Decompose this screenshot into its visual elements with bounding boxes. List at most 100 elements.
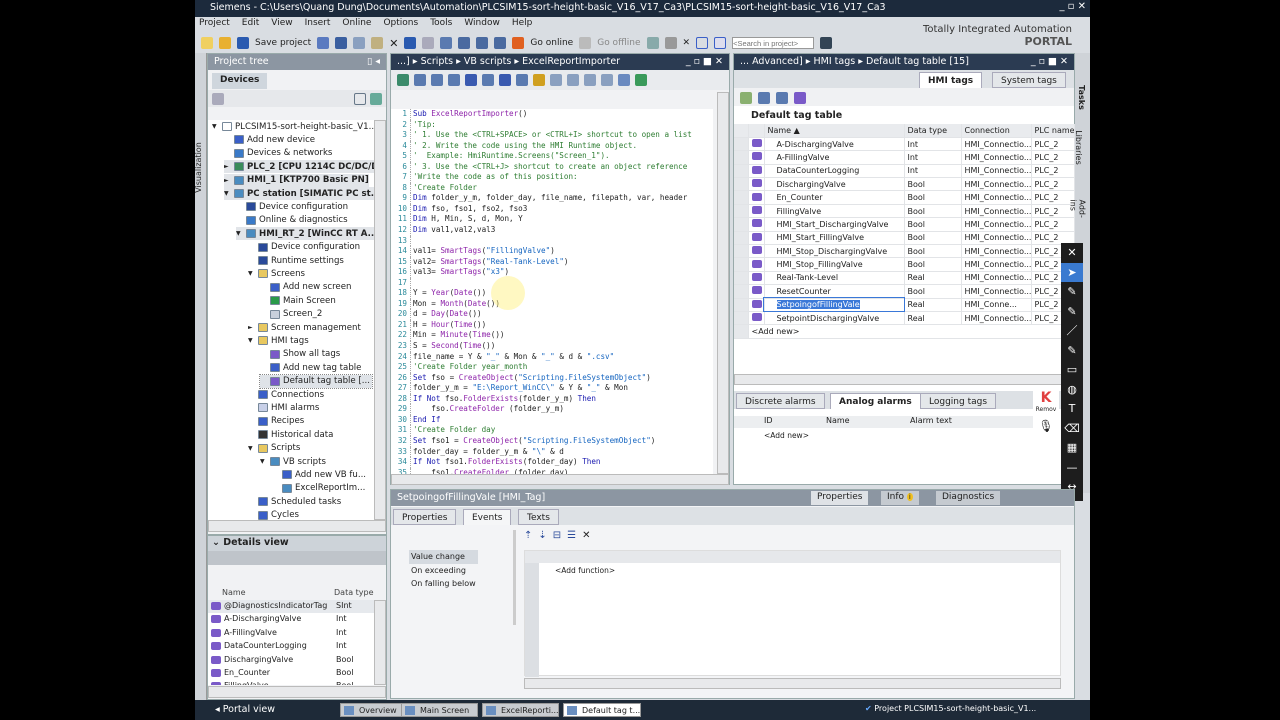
- tree-item[interactable]: Historical data: [248, 428, 333, 441]
- tag-name[interactable]: Real-Tank-Level: [764, 271, 905, 286]
- menu-insert[interactable]: Insert: [305, 18, 331, 32]
- tag-data-type[interactable]: Int: [904, 137, 962, 152]
- side-tab-tasks[interactable]: Tasks: [1077, 85, 1086, 110]
- col-name[interactable]: Name ▲: [764, 124, 905, 138]
- tag-connection[interactable]: HMI_Connectio...: [961, 244, 1032, 259]
- tree-item[interactable]: ExcelReportIm...: [272, 482, 365, 495]
- details-row[interactable]: A-DischargingValve Int: [208, 613, 374, 626]
- tag-tool-icon[interactable]: [794, 92, 806, 104]
- tag-row[interactable]: Real-Tank-Level Real HMI_Connectio... PLC_2: [734, 271, 1075, 286]
- tag-name[interactable]: En_Counter: [764, 190, 905, 205]
- tree-item[interactable]: Cycles: [248, 509, 299, 520]
- tag-data-type[interactable]: Bool: [904, 284, 962, 299]
- tag-connection[interactable]: HMI_Conne...: [961, 298, 1032, 312]
- collapsed-arrow-icon[interactable]: ►: [224, 163, 231, 170]
- details-row[interactable]: @DiagnosticsIndicatorTag SInt: [208, 600, 374, 613]
- inspector-tab-diagnostics[interactable]: Diagnostics: [936, 491, 1001, 505]
- marker-icon[interactable]: ✎: [1061, 302, 1083, 322]
- editor-tool-icon[interactable]: [618, 74, 630, 86]
- event-item[interactable]: On exceeding: [409, 564, 478, 578]
- expanded-arrow-icon[interactable]: ▼: [248, 445, 255, 452]
- tag-data-type[interactable]: Bool: [904, 244, 962, 259]
- editor-tool-icon[interactable]: [516, 74, 528, 86]
- import-icon[interactable]: [776, 92, 788, 104]
- menu-online[interactable]: Online: [342, 18, 371, 32]
- tree-item[interactable]: ► Screen management: [248, 321, 361, 334]
- tag-connection[interactable]: HMI_Connectio...: [961, 150, 1032, 165]
- portal-view-button[interactable]: ◂ Portal view: [215, 704, 275, 715]
- expanded-arrow-icon[interactable]: ▼: [236, 230, 243, 237]
- tree-item[interactable]: ▼ Screens: [248, 267, 305, 280]
- details-horizontal-scrollbar[interactable]: [208, 686, 386, 698]
- col-plc-name[interactable]: PLC name: [1031, 124, 1075, 138]
- tag-data-type[interactable]: Int: [904, 164, 962, 179]
- tree-view-icon[interactable]: [212, 93, 224, 105]
- save-project-button[interactable]: Save project: [255, 38, 311, 48]
- move-down-icon[interactable]: ⇣: [538, 530, 546, 541]
- alarm-col-text[interactable]: Alarm text: [910, 416, 952, 425]
- side-tab-add-ins[interactable]: Add-ins: [1069, 200, 1087, 225]
- inspector-tab-properties[interactable]: Properties: [811, 491, 869, 505]
- tree-item[interactable]: Runtime settings: [248, 254, 344, 267]
- tag-name[interactable]: DischargingValve: [764, 177, 905, 192]
- tree-item[interactable]: Scheduled tasks: [248, 495, 341, 508]
- tree-item[interactable]: ▼ PLCSIM15-sort-height-basic_V1...: [212, 120, 374, 133]
- expanded-arrow-icon[interactable]: ▼: [260, 458, 267, 465]
- tag-connection[interactable]: HMI_Connectio...: [961, 190, 1032, 205]
- tab-logging-tags[interactable]: Logging tags: [920, 393, 997, 409]
- tag-connection[interactable]: HMI_Connectio...: [961, 217, 1032, 232]
- add-new-row[interactable]: <Add new>: [734, 324, 1075, 339]
- search-input[interactable]: [732, 37, 815, 49]
- row-handle[interactable]: [734, 271, 749, 286]
- tree-item[interactable]: Device configuration: [236, 200, 348, 213]
- tags-horizontal-scrollbar[interactable]: [734, 374, 1074, 385]
- row-handle[interactable]: [734, 217, 749, 232]
- tag-data-type[interactable]: Bool: [904, 204, 962, 219]
- details-row[interactable]: DischargingValve Bool: [208, 654, 374, 667]
- go-offline-button[interactable]: Go offline: [597, 38, 640, 48]
- event-item[interactable]: Value change: [409, 550, 478, 564]
- tree-item[interactable]: ▼ VB scripts: [260, 455, 326, 468]
- row-handle[interactable]: [734, 231, 749, 246]
- tag-row[interactable]: SetpoingofFillingVale Real HMI_Conne... PLC…: [734, 297, 1075, 313]
- expanded-arrow-icon[interactable]: ▼: [212, 123, 219, 130]
- menu-edit[interactable]: Edit: [242, 18, 259, 32]
- simulation-icon[interactable]: [494, 37, 507, 49]
- tag-name[interactable]: A-FillingValve: [764, 150, 905, 165]
- split-horizontal-icon[interactable]: [696, 37, 709, 49]
- editor-tool-icon[interactable]: [567, 74, 579, 86]
- tag-name[interactable]: HMI_Start_DischargingValve: [764, 217, 905, 232]
- tag-data-type[interactable]: Bool: [904, 217, 962, 232]
- expanded-arrow-icon[interactable]: ▼: [248, 270, 255, 277]
- cross-reference-icon[interactable]: [664, 37, 677, 49]
- alarm-col-id[interactable]: ID: [764, 416, 773, 425]
- undo-icon[interactable]: [404, 37, 417, 49]
- delete-function-icon[interactable]: ✕: [582, 530, 590, 541]
- col-data-type[interactable]: Data type: [904, 124, 962, 138]
- visualization-side-strip[interactable]: Visualization: [194, 53, 207, 700]
- tree-item[interactable]: Add new tag table: [260, 361, 361, 374]
- menu-tools[interactable]: Tools: [430, 18, 452, 32]
- tab-properties[interactable]: Properties: [393, 509, 457, 525]
- search-binoculars-icon[interactable]: [820, 37, 833, 49]
- ellipse-icon[interactable]: ◍: [1061, 380, 1083, 400]
- go-online-button[interactable]: Go online: [530, 38, 573, 48]
- row-handle[interactable]: [734, 257, 749, 272]
- line-icon[interactable]: ／: [1061, 321, 1083, 341]
- tree-item[interactable]: Add new screen: [260, 281, 351, 294]
- indent-icon[interactable]: [448, 74, 460, 86]
- devices-tab[interactable]: Devices: [212, 73, 268, 89]
- row-handle[interactable]: [734, 298, 749, 312]
- tree-vertical-scrollbar[interactable]: [374, 120, 386, 520]
- tag-plc-name[interactable]: PLC_2: [1031, 164, 1075, 179]
- function-horizontal-scrollbar[interactable]: [524, 678, 1061, 689]
- tag-row[interactable]: En_Counter Bool HMI_Connectio... PLC_2: [734, 190, 1075, 205]
- k-logo-icon[interactable]: K: [1033, 390, 1059, 406]
- tags-window-controls[interactable]: _ ▫ ■ ✕: [1031, 56, 1068, 67]
- details-row[interactable]: En_Counter Bool: [208, 667, 374, 680]
- tag-plc-name[interactable]: PLC_2: [1031, 150, 1075, 165]
- move-up-icon[interactable]: ⇡: [524, 530, 532, 541]
- tab-events[interactable]: Events: [463, 509, 512, 525]
- tag-data-type[interactable]: Bool: [904, 177, 962, 192]
- tree-item[interactable]: Recipes: [248, 415, 304, 428]
